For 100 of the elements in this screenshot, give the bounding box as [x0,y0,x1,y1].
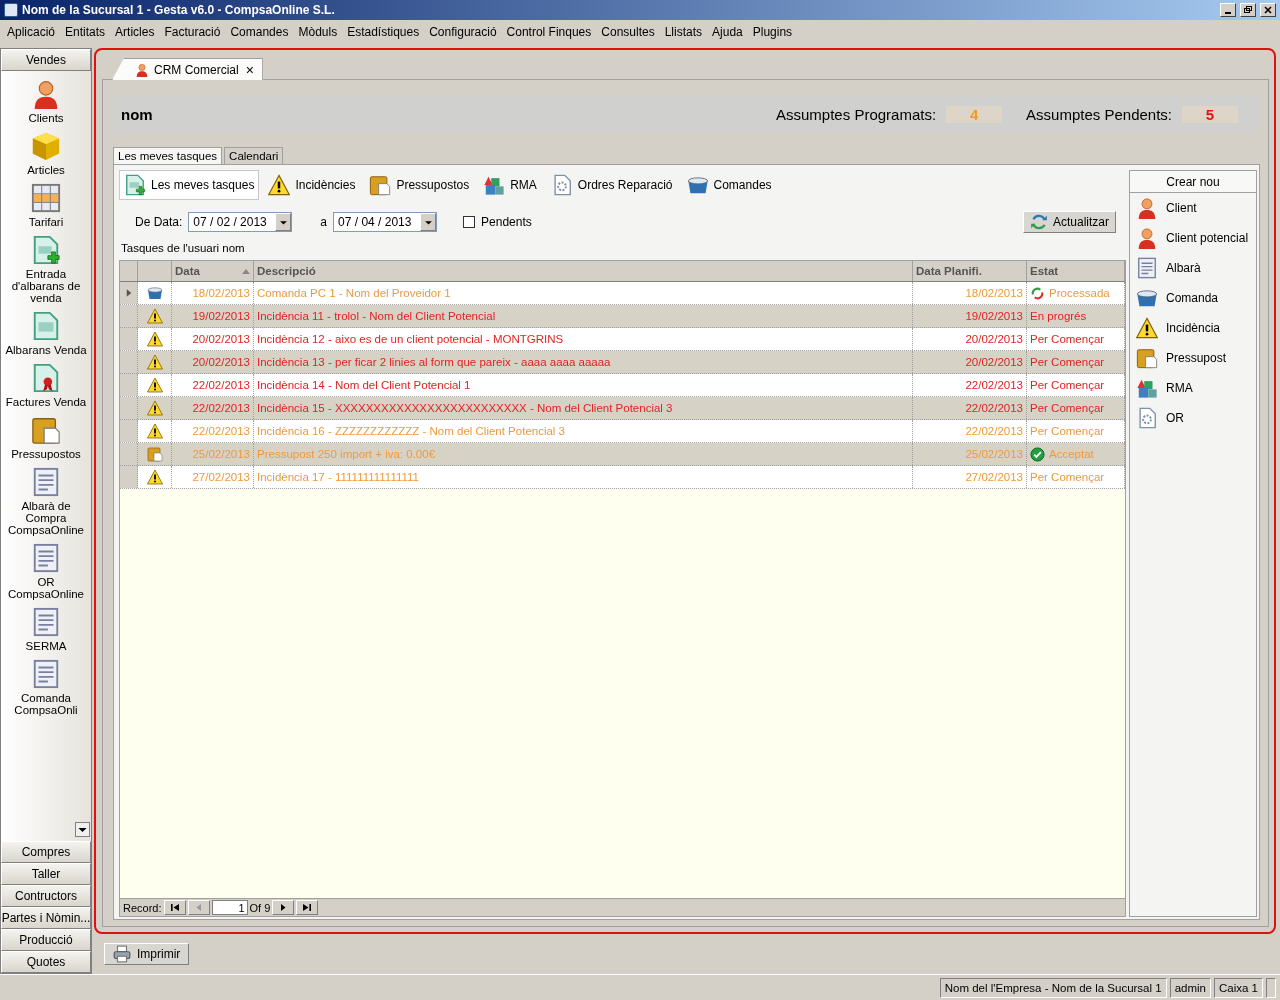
sidebar-item[interactable]: Albarans Venda [1,311,91,356]
sidebar-item[interactable]: Articles [1,131,91,176]
column-header[interactable]: Descripció [254,261,913,281]
create-item[interactable]: Comanda [1130,283,1256,313]
previous-record-button[interactable] [187,900,210,915]
create-item[interactable]: Client potencial [1130,223,1256,253]
printer-icon [113,945,131,963]
first-record-button[interactable] [163,900,186,915]
document-lines-icon [31,543,61,573]
sidebar-item[interactable]: Comanda CompsaOnli [1,659,91,716]
toolbar-button[interactable]: Les meves tasques [119,170,260,200]
section-header[interactable]: Vendes [1,49,91,71]
menu-item[interactable]: Plugins [747,22,798,42]
folder-document-icon [146,446,163,462]
section-button[interactable]: Compres [1,841,91,863]
next-record-button[interactable] [272,900,295,915]
counter-label: Assumptes Programats: [776,105,937,123]
minimize-button[interactable] [1220,3,1236,17]
record-position-field[interactable]: 1 [211,900,248,915]
menu-item[interactable]: Llistats [659,22,708,42]
tub-icon [686,174,709,196]
scroll-down-button[interactable] [75,822,90,837]
menu-item[interactable]: Mòduls [293,22,343,42]
section-button[interactable]: Partes i Nòmin... [1,907,91,929]
table-cell: Per Començar [1030,333,1105,345]
recycle-icon [1030,285,1045,301]
table-cell: Incidència 12 - aixo es de un client potencial - MONTGRINS [254,328,913,350]
create-item[interactable]: OR [1130,403,1256,433]
warning-icon [146,400,163,416]
last-record-button[interactable] [296,900,319,915]
refresh-button[interactable]: Actualitzar [1022,211,1116,233]
column-header[interactable]: Estat [1027,261,1125,281]
table-cell: 18/02/2013 [172,282,254,304]
folder-document-icon [1136,347,1158,369]
column-header[interactable]: Data Planifi. [913,261,1027,281]
cube-icon [31,131,61,161]
tab[interactable]: Les meves tasques [113,147,223,164]
menu-item[interactable]: Configuració [424,22,502,42]
sidebar-item[interactable]: SERMA [1,607,91,652]
date-field[interactable]: 07 / 04 / 2013 [333,212,438,232]
menu-item[interactable]: Comandes [225,22,294,42]
menu-item[interactable]: Consultes [596,22,660,42]
sidebar-item[interactable]: Pressupostos [1,415,91,460]
document-tab[interactable]: CRM Comercial × [112,58,263,80]
tub-icon [146,285,163,301]
date-field[interactable]: 07 / 02 / 2013 [188,212,293,232]
tab[interactable]: Calendari [224,147,284,164]
table-cell: Per Començar [1030,356,1105,368]
create-item[interactable]: Albarà [1130,253,1256,283]
section-button[interactable]: Quotes [1,951,91,973]
counter-value: 4 [946,105,1003,123]
table-cell: 22/02/2013 [172,420,254,442]
menu-item[interactable]: Control Finques [501,22,597,42]
print-button[interactable]: Imprimir [104,943,190,965]
create-item[interactable]: Pressupost [1130,343,1256,373]
table-cell: 22/02/2013 [172,397,254,419]
sidebar-item[interactable]: Tarifari [1,183,91,228]
create-item[interactable]: Incidència [1130,313,1256,343]
refresh-icon [1029,213,1048,231]
table-cell: 22/02/2013 [913,397,1027,419]
close-button[interactable]: × [243,61,256,78]
menu-item[interactable]: Aplicació [2,22,61,42]
section-button[interactable]: Contructors [1,885,91,907]
warning-icon [268,174,291,196]
sidebar-item[interactable]: Clients [1,79,91,124]
toolbar-button[interactable]: RMA [478,170,542,200]
toolbar-button[interactable]: Ordres Reparació [545,170,678,200]
boxes-icon [483,174,506,196]
toolbar-button[interactable]: Comandes [681,170,777,200]
sidebar-item[interactable]: Albarà de Compra CompsaOnline [1,467,91,536]
menu-item[interactable]: Estadístiques [342,22,425,42]
create-item[interactable]: RMA [1130,373,1256,403]
restore-button[interactable] [1240,3,1256,17]
menu-item[interactable]: Entitats [60,22,111,42]
document-plus-icon [31,235,61,265]
sidebar-item[interactable]: Entrada d'albarans de venda [1,235,91,304]
record-count: Of 9 [249,901,271,914]
create-item[interactable]: Client [1130,193,1256,223]
section-button[interactable]: Producció [1,929,91,951]
menu-item[interactable]: Ajuda [707,22,748,42]
toolbar-button[interactable]: Incidències [263,170,361,200]
resize-grip [1266,977,1276,998]
toolbar-button[interactable]: Pressupostos [364,170,475,200]
person-icon [135,62,149,77]
column-title: Data [175,265,200,277]
menu-item[interactable]: Facturació [159,22,226,42]
section-button[interactable]: Taller [1,863,91,885]
close-button[interactable] [1260,3,1276,17]
warning-icon [146,354,163,370]
table-cell: Comanda PC 1 - Nom del Proveidor 1 [254,282,913,304]
navigator-label: Record: [123,901,162,914]
sidebar-item[interactable]: OR CompsaOnline [1,543,91,600]
caption: Tasques de l'usuari nom [120,241,246,256]
sidebar-item[interactable]: Factures Venda [1,363,91,408]
document-lines-icon [31,659,61,689]
column-header[interactable]: Data [172,261,254,281]
close-icon [1263,5,1273,15]
first-arrow-icon [169,903,180,912]
menu-item[interactable]: Articles [110,22,160,42]
checkbox[interactable] [463,216,476,228]
